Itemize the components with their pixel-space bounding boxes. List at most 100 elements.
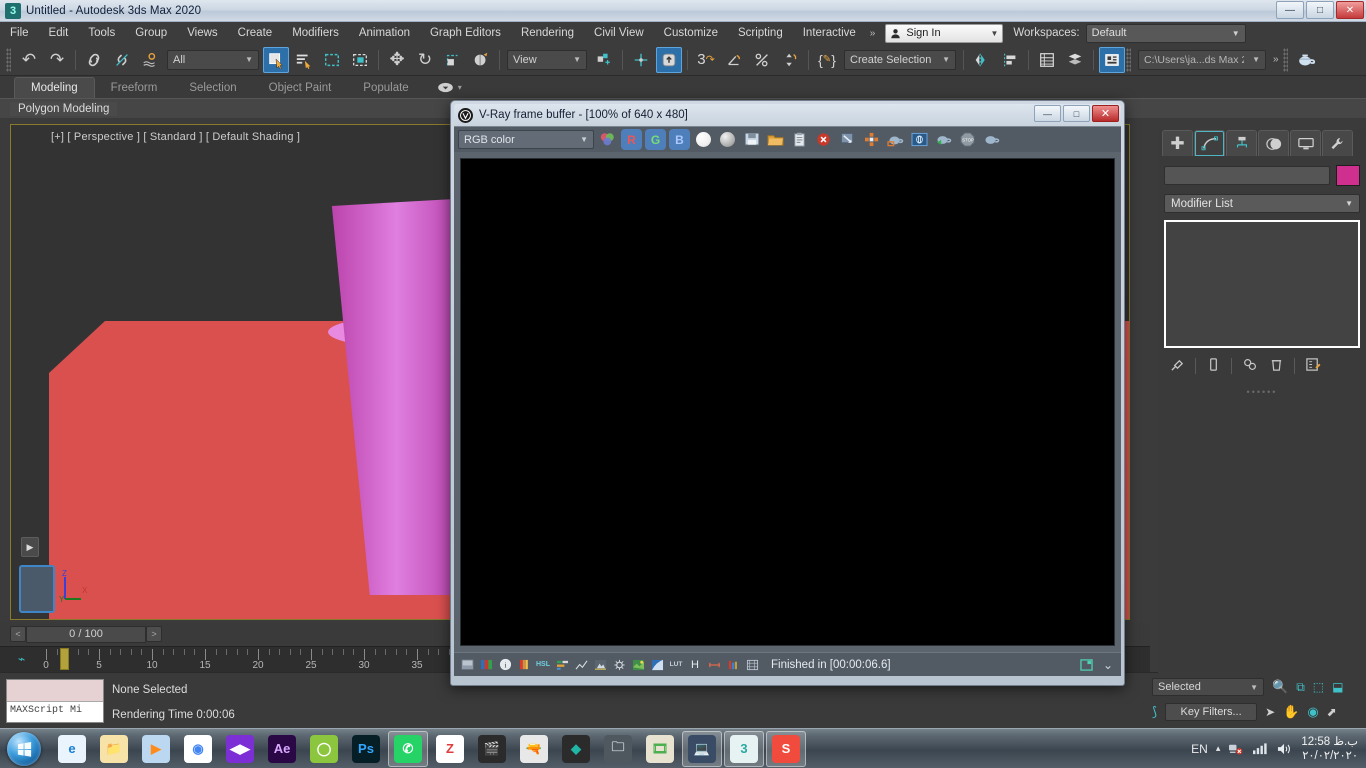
network-icon[interactable] bbox=[1228, 742, 1244, 756]
set-key-mode-icon[interactable]: ⟆ bbox=[1152, 704, 1157, 720]
histogram-icon[interactable] bbox=[725, 657, 741, 673]
unlink-selection-icon[interactable] bbox=[109, 47, 135, 73]
current-frame-field[interactable]: 0 / 100 bbox=[26, 625, 146, 643]
taskbar-item-snagit[interactable]: S bbox=[766, 730, 806, 767]
object-color-swatch[interactable] bbox=[1336, 165, 1360, 186]
key-filters-button[interactable]: Key Filters... bbox=[1165, 703, 1258, 721]
undo-button[interactable]: ↶ bbox=[16, 47, 42, 73]
minimize-button[interactable]: — bbox=[1276, 1, 1304, 19]
taskbar-item-3ds-max[interactable]: 3 bbox=[724, 730, 764, 767]
start-button[interactable] bbox=[2, 731, 46, 767]
snaps-toggle-button[interactable] bbox=[656, 46, 682, 73]
alpha-channel-button[interactable] bbox=[693, 129, 714, 150]
hue-saturation-icon[interactable] bbox=[630, 657, 646, 673]
pan-view-icon[interactable]: ✋ bbox=[1283, 704, 1299, 720]
expand-panel-icon[interactable]: ⌄ bbox=[1100, 657, 1116, 673]
menu-customize[interactable]: Customize bbox=[654, 22, 728, 44]
taskbar-item-zarchiver[interactable]: Z bbox=[430, 731, 470, 767]
make-unique-icon[interactable] bbox=[1242, 357, 1259, 375]
select-by-name-button[interactable] bbox=[291, 47, 317, 73]
force-color-clamp-icon[interactable] bbox=[459, 657, 475, 673]
menu-edit[interactable]: Edit bbox=[39, 22, 79, 44]
create-selection-set-dropdown[interactable]: Create Selection Se ▼ bbox=[844, 49, 956, 70]
toolbar-overflow-icon[interactable]: » bbox=[1269, 54, 1283, 65]
tab-populate[interactable]: Populate bbox=[347, 77, 424, 98]
select-and-rotate-button[interactable]: ↻ bbox=[412, 47, 438, 73]
blue-channel-button[interactable]: B bbox=[669, 129, 690, 150]
vfb-render-canvas[interactable] bbox=[460, 158, 1115, 646]
configure-modifier-sets-icon[interactable] bbox=[1305, 357, 1321, 375]
green-channel-button[interactable]: G bbox=[645, 129, 666, 150]
select-and-scale-button[interactable] bbox=[440, 47, 466, 73]
menu-group[interactable]: Group bbox=[125, 22, 177, 44]
layer-explorer-button[interactable] bbox=[1034, 47, 1060, 73]
render-last-button[interactable] bbox=[885, 129, 906, 150]
taskbar-item-google-chrome[interactable]: ◉ bbox=[178, 731, 218, 767]
next-frame-button[interactable]: > bbox=[146, 626, 162, 642]
stop-render-button[interactable]: STOP bbox=[957, 129, 978, 150]
select-and-manipulate-button[interactable] bbox=[628, 47, 654, 73]
menu-overflow-icon[interactable]: » bbox=[866, 28, 880, 39]
tab-modeling[interactable]: Modeling bbox=[14, 77, 95, 98]
taskbar-item-green-circle-app[interactable]: ◯ bbox=[304, 731, 344, 767]
placement-tool-button[interactable] bbox=[468, 47, 494, 73]
ribbon-overflow-icon[interactable]: ▾ bbox=[425, 77, 478, 98]
taskbar-item-diamond-app[interactable]: ◆ bbox=[556, 731, 596, 767]
selection-filter-dropdown[interactable]: All ▼ bbox=[167, 49, 259, 70]
tab-hierarchy[interactable] bbox=[1226, 130, 1257, 156]
workspaces-dropdown[interactable]: Default ▼ bbox=[1085, 23, 1246, 43]
material-editor-button[interactable] bbox=[1099, 46, 1125, 73]
reference-coordinate-system-dropdown[interactable]: View ▼ bbox=[507, 49, 587, 70]
curve-editor-icon[interactable]: ⌁ bbox=[18, 652, 25, 666]
clipboard-button[interactable] bbox=[789, 129, 810, 150]
named-selection-sets-button[interactable]: {✎} bbox=[814, 47, 840, 73]
taskbar-clock[interactable]: 12:58 ب.ظ ۲۰/۰۲/۲۰۲۰ bbox=[1301, 735, 1358, 763]
percent-snap-toggle-button[interactable] bbox=[749, 47, 775, 73]
sign-in-button[interactable]: Sign In ▼ bbox=[885, 23, 1004, 43]
select-object-button[interactable] bbox=[263, 46, 289, 73]
object-name-field[interactable] bbox=[1164, 166, 1330, 185]
color-corrections-icon[interactable] bbox=[516, 657, 532, 673]
render-production-button[interactable] bbox=[1293, 47, 1319, 73]
color-balance-icon[interactable] bbox=[649, 657, 665, 673]
save-image-button[interactable] bbox=[741, 129, 762, 150]
render-history-icon[interactable] bbox=[1078, 657, 1094, 673]
pin-stack-icon[interactable] bbox=[1170, 357, 1185, 375]
tab-create[interactable]: ✚ bbox=[1162, 130, 1193, 156]
selection-level-dropdown[interactable]: Selected ▼ bbox=[1152, 678, 1264, 696]
maxscript-input-pane[interactable]: MAXScript Mi bbox=[7, 702, 103, 722]
tab-motion[interactable] bbox=[1258, 130, 1289, 156]
render-preset-path-dropdown[interactable]: C:\Users\ja...ds Max 2020 ▼ bbox=[1138, 49, 1266, 70]
duplicate-vfb-button[interactable] bbox=[837, 129, 858, 150]
menu-file[interactable]: File bbox=[0, 22, 39, 44]
use-pivot-point-center-button[interactable] bbox=[591, 47, 617, 73]
menu-modifiers[interactable]: Modifiers bbox=[282, 22, 349, 44]
exposure-icon[interactable] bbox=[592, 657, 608, 673]
maxscript-mini-listener[interactable]: MAXScript Mi bbox=[6, 679, 104, 723]
toolbar-grip[interactable] bbox=[6, 47, 11, 72]
rectangular-selection-region-button[interactable] bbox=[319, 47, 345, 73]
taskbar-item-windows-media-player[interactable]: ▶ bbox=[136, 731, 176, 767]
levels-icon[interactable] bbox=[554, 657, 570, 673]
maximize-viewport-icon[interactable]: ⬈ bbox=[1327, 705, 1337, 719]
maximize-button[interactable]: □ bbox=[1306, 1, 1334, 19]
taskbar-item-laptop-app[interactable]: 💻 bbox=[682, 730, 722, 767]
viewport-thumbnail-button[interactable] bbox=[19, 565, 55, 613]
tab-utilities[interactable] bbox=[1322, 130, 1353, 156]
stamp-icon[interactable] bbox=[744, 657, 760, 673]
spinner-snap-toggle-button[interactable] bbox=[777, 47, 803, 73]
zoom-all-icon[interactable]: ⧉ bbox=[1296, 680, 1305, 695]
start-render-button[interactable] bbox=[933, 129, 954, 150]
vfb-minimize-button[interactable]: — bbox=[1034, 105, 1061, 122]
playhead-marker[interactable] bbox=[60, 648, 69, 670]
select-and-link-icon[interactable] bbox=[81, 47, 107, 73]
volume-icon[interactable] bbox=[1276, 742, 1293, 756]
modifier-stack-list[interactable] bbox=[1164, 220, 1360, 348]
tab-display[interactable] bbox=[1290, 130, 1321, 156]
menu-rendering[interactable]: Rendering bbox=[511, 22, 584, 44]
render-region-teapot-button[interactable] bbox=[981, 129, 1002, 150]
lut-icon[interactable]: LUT bbox=[668, 657, 684, 673]
show-end-result-icon[interactable] bbox=[1206, 357, 1221, 375]
menu-create[interactable]: Create bbox=[228, 22, 283, 44]
tab-freeform[interactable]: Freeform bbox=[95, 77, 174, 98]
